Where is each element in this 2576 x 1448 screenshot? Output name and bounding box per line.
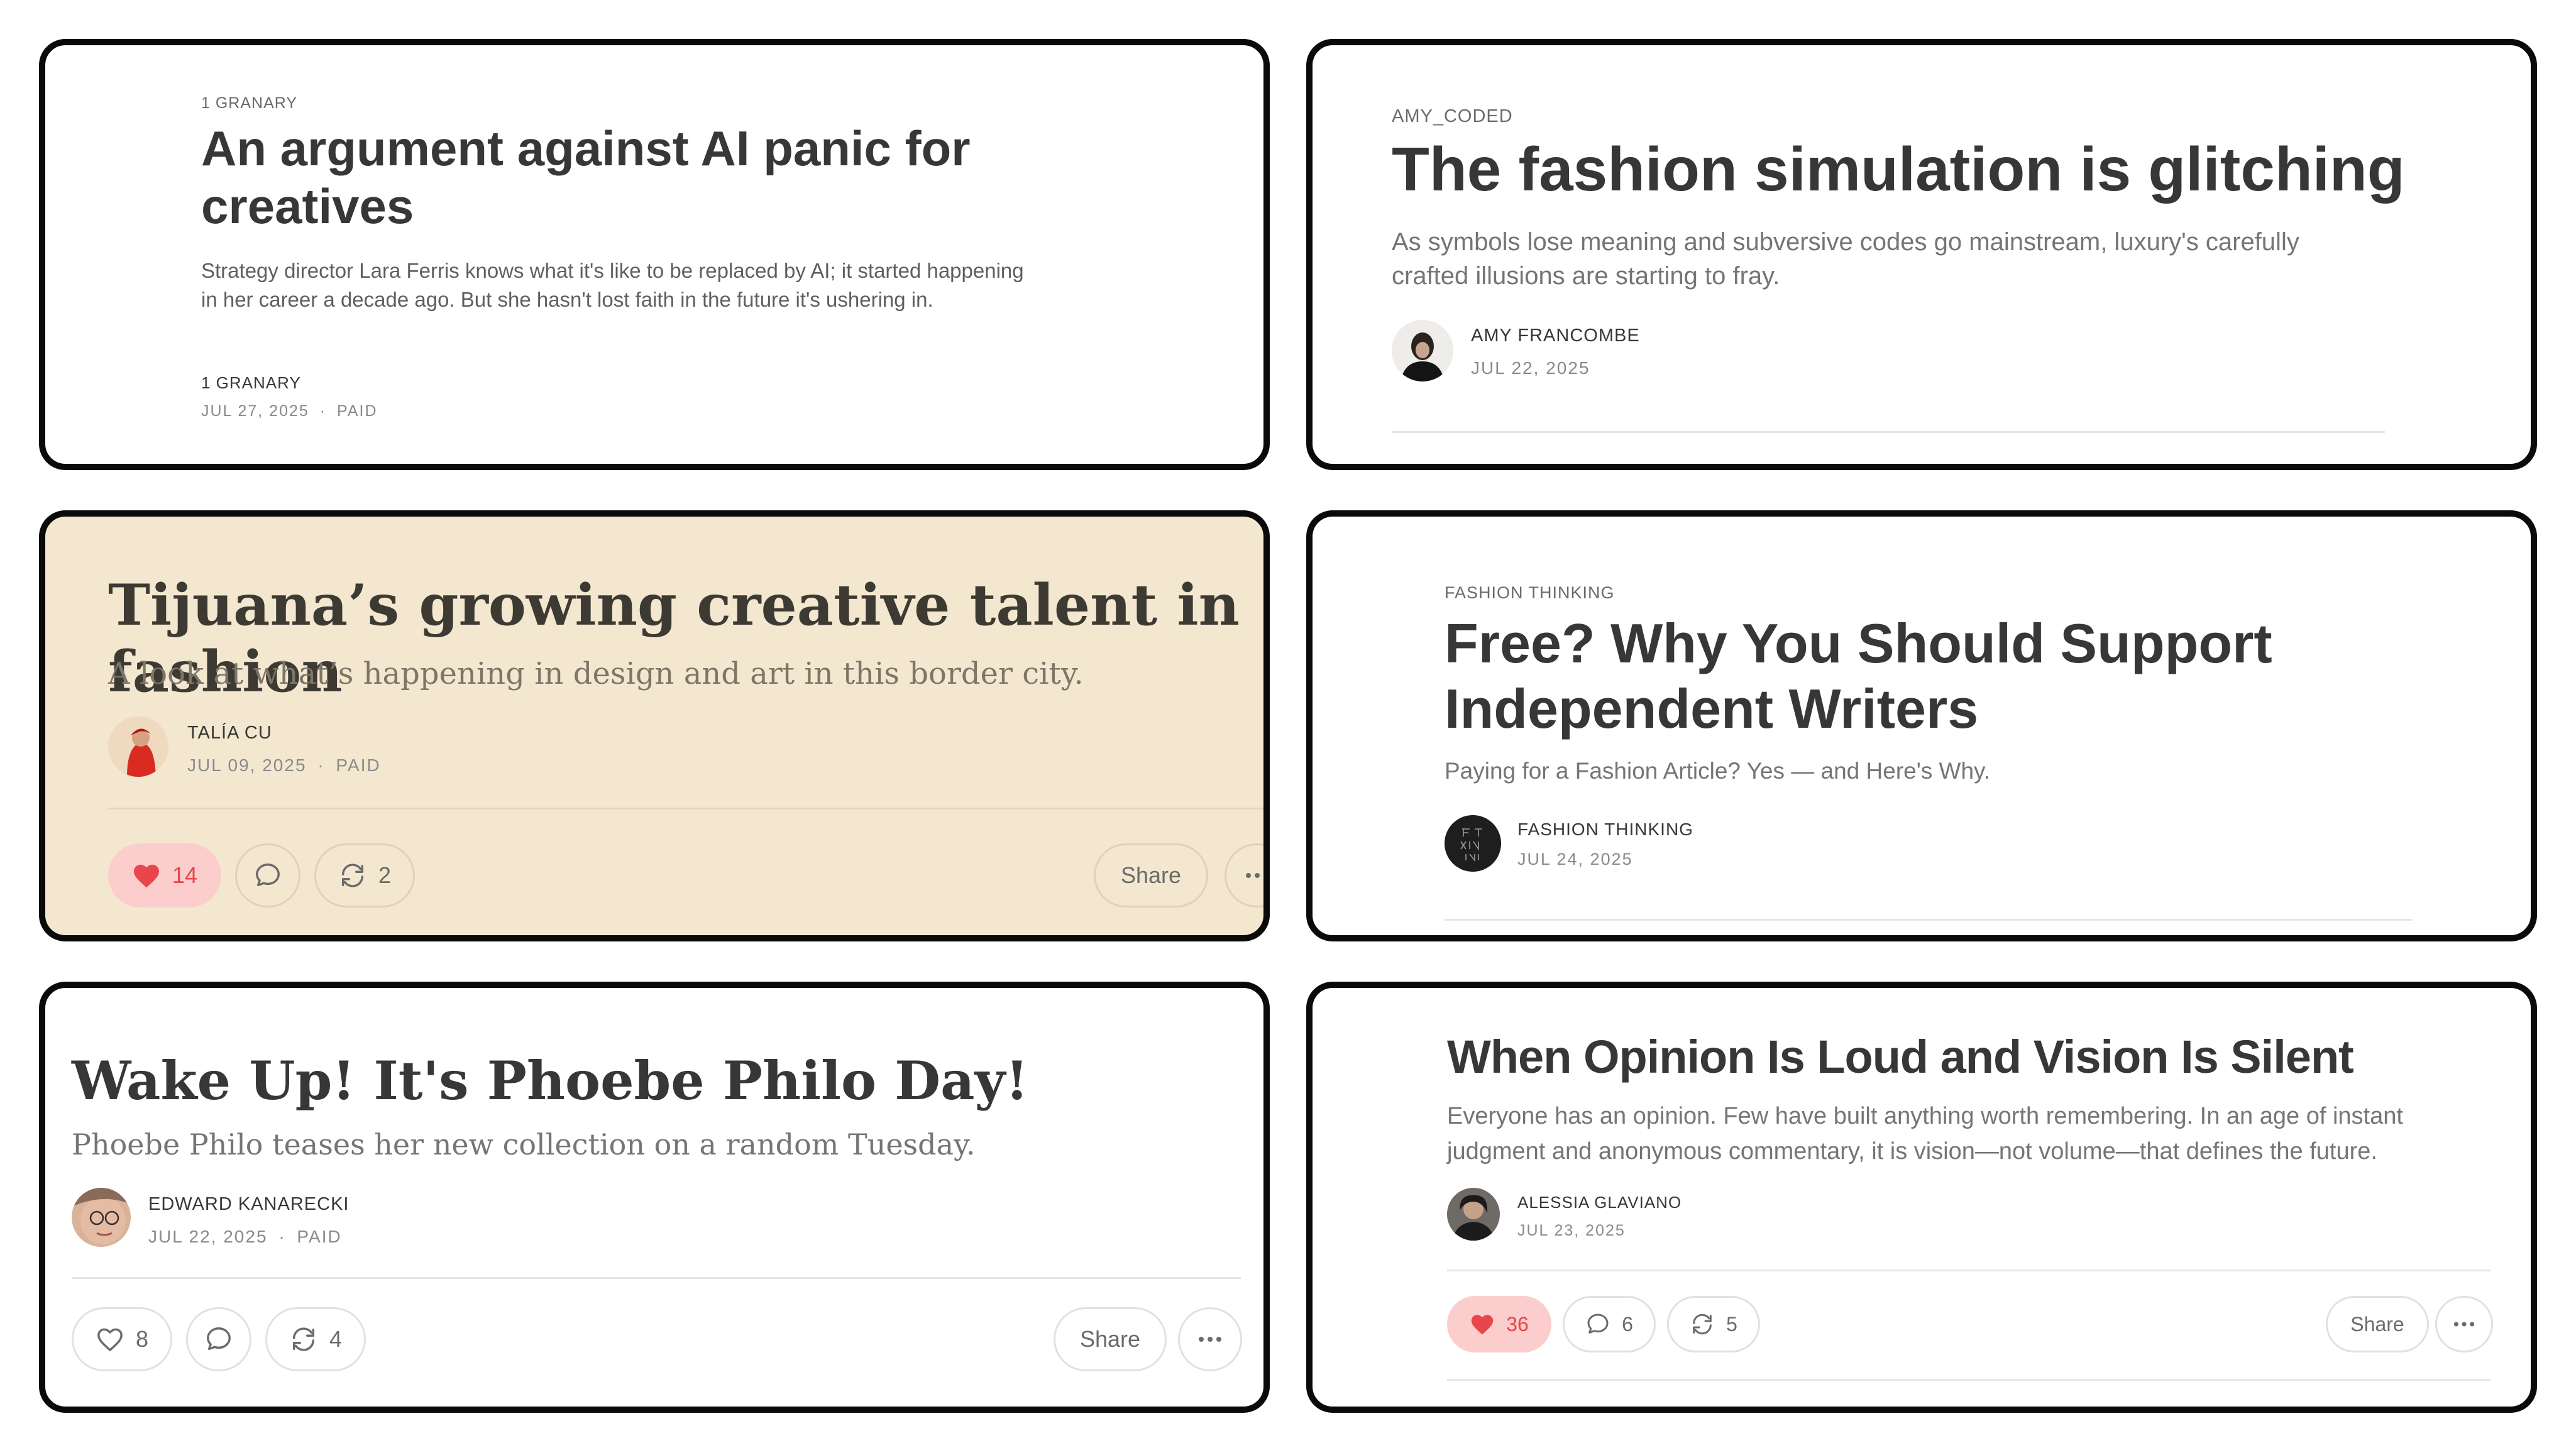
- like-count: 14: [172, 862, 198, 888]
- restack-icon: [1693, 1314, 1712, 1335]
- like-button[interactable]: 14: [108, 843, 221, 908]
- post-subtitle: Everyone has an opinion. Few have built …: [1447, 1103, 2403, 1165]
- avatar-portrait: [1392, 320, 1453, 381]
- more-button[interactable]: [1178, 1307, 1242, 1371]
- publication-logo-icon: [1445, 815, 1501, 872]
- comment-button[interactable]: 6: [1563, 1296, 1656, 1352]
- author-avatar[interactable]: [72, 1188, 131, 1247]
- share-button[interactable]: Share: [1054, 1307, 1167, 1371]
- post-date: JUL 22, 2025: [1471, 358, 1590, 378]
- post-title[interactable]: Wake Up! It's Phoebe Philo Day!: [72, 1050, 1028, 1112]
- more-icon: [1199, 1337, 1221, 1342]
- restack-count: 5: [1726, 1312, 1737, 1336]
- card-divider: [108, 808, 1263, 809]
- author-name[interactable]: FASHION THINKING: [1517, 820, 1693, 840]
- author-name[interactable]: 1 GRANARY: [201, 373, 301, 393]
- more-button[interactable]: [1225, 843, 1263, 908]
- author-avatar[interactable]: [1392, 320, 1453, 381]
- share-label: Share: [2350, 1312, 2404, 1336]
- post-title[interactable]: When Opinion Is Loud and Vision Is Silen…: [1447, 1029, 2354, 1084]
- post-date: JUL 09, 2025: [187, 755, 307, 775]
- publication-name[interactable]: 1 GRANARY: [201, 94, 297, 112]
- author-name[interactable]: EDWARD KANARECKI: [148, 1194, 349, 1215]
- restack-icon: [341, 864, 364, 887]
- author-avatar[interactable]: [108, 716, 168, 777]
- paid-badge: PAID: [297, 1227, 342, 1246]
- card-divider: [1392, 431, 2385, 433]
- meta-separator: ·: [278, 1227, 286, 1246]
- heart-icon: [133, 864, 160, 888]
- post-card-3[interactable]: Tijuana’s growing creative talent in fas…: [39, 510, 1270, 941]
- publication-name[interactable]: AMY_CODED: [1392, 106, 1513, 127]
- author-name[interactable]: ALESSIA GLAVIANO: [1517, 1193, 1682, 1212]
- publication-name[interactable]: FASHION THINKING: [1445, 583, 1615, 603]
- like-button[interactable]: 8: [72, 1307, 172, 1371]
- post-subtitle: Strategy director Lara Ferris knows what…: [201, 259, 1024, 311]
- post-card-5[interactable]: Wake Up! It's Phoebe Philo Day! Phoebe P…: [39, 982, 1270, 1413]
- restack-button[interactable]: 5: [1667, 1296, 1760, 1352]
- card-divider: [1447, 1270, 2491, 1271]
- share-button[interactable]: Share: [1094, 843, 1208, 908]
- avatar-portrait: [72, 1188, 131, 1247]
- paid-badge: PAID: [337, 402, 378, 420]
- more-button[interactable]: [2435, 1296, 2493, 1352]
- comment-button[interactable]: [235, 843, 300, 908]
- author-avatar[interactable]: [1445, 815, 1501, 872]
- post-date: JUL 27, 2025: [201, 402, 309, 420]
- restack-count: 2: [378, 862, 392, 888]
- card-divider: [72, 1277, 1241, 1279]
- author-name[interactable]: AMY FRANCOMBE: [1471, 326, 1640, 346]
- post-subtitle: Paying for a Fashion Article? Yes — and …: [1445, 758, 1991, 784]
- post-meta: JUL 09, 2025 · PAID: [187, 755, 381, 776]
- restack-button[interactable]: 2: [314, 843, 415, 908]
- restack-button[interactable]: 4: [265, 1307, 366, 1371]
- post-meta: JUL 27, 2025 · PAID: [201, 402, 378, 420]
- restack-icon: [292, 1327, 315, 1351]
- avatar-portrait: [1447, 1188, 1500, 1241]
- heart-icon: [97, 1328, 123, 1351]
- card-divider-bottom: [1447, 1379, 2491, 1381]
- post-card-2[interactable]: AMY_CODED The fashion simulation is glit…: [1306, 39, 2537, 470]
- post-title[interactable]: Free? Why You Should Support Independent…: [1445, 611, 2325, 742]
- author-name[interactable]: TALÍA CU: [187, 723, 272, 743]
- post-card-6[interactable]: When Opinion Is Loud and Vision Is Silen…: [1306, 982, 2537, 1413]
- avatar-portrait: [108, 716, 168, 777]
- heart-icon: [1472, 1315, 1494, 1335]
- card-divider: [1445, 919, 2413, 921]
- more-icon: [2453, 1322, 2475, 1327]
- post-subtitle: Phoebe Philo teases her new collection o…: [72, 1127, 976, 1161]
- share-label: Share: [1079, 1326, 1141, 1352]
- meta-separator: ·: [319, 402, 327, 420]
- author-avatar[interactable]: [1447, 1188, 1500, 1241]
- post-date: JUL 23, 2025: [1517, 1222, 1626, 1239]
- post-title[interactable]: The fashion simulation is glitching: [1392, 133, 2405, 206]
- share-button[interactable]: Share: [2326, 1296, 2429, 1352]
- post-date: JUL 22, 2025: [148, 1227, 268, 1246]
- comment-button[interactable]: [186, 1307, 251, 1371]
- post-card-1[interactable]: 1 GRANARY An argument against AI panic f…: [39, 39, 1270, 470]
- meta-separator: ·: [317, 755, 325, 775]
- post-subtitle: A look at what’s happening in design and…: [108, 656, 1084, 691]
- like-count: 36: [1506, 1312, 1529, 1336]
- like-count: 8: [135, 1326, 149, 1352]
- post-date: JUL 24, 2025: [1517, 850, 1633, 869]
- comment-icon: [1587, 1314, 1609, 1334]
- share-label: Share: [1120, 862, 1182, 888]
- post-meta: JUL 22, 2025 · PAID: [148, 1227, 342, 1247]
- more-icon: [1246, 873, 1260, 878]
- comment-count: 6: [1622, 1312, 1633, 1336]
- post-title[interactable]: An argument against AI panic for creativ…: [201, 119, 1018, 235]
- comment-icon: [256, 864, 280, 887]
- restack-count: 4: [329, 1326, 343, 1352]
- post-subtitle: As symbols lose meaning and subversive c…: [1392, 228, 2299, 290]
- comment-icon: [207, 1327, 231, 1351]
- post-card-4[interactable]: FASHION THINKING Free? Why You Should Su…: [1306, 510, 2537, 941]
- paid-badge: PAID: [336, 755, 381, 775]
- like-button[interactable]: 36: [1447, 1296, 1551, 1352]
